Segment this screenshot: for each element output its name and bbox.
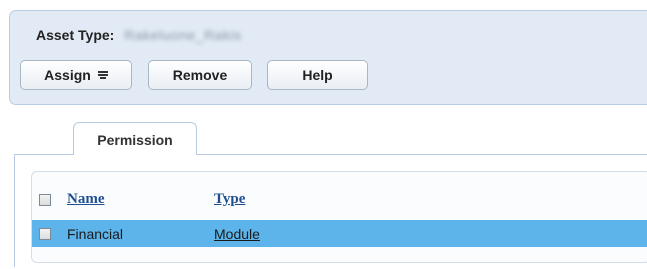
remove-button[interactable]: Remove — [148, 60, 252, 90]
asset-type-label: Asset Type: — [36, 27, 115, 43]
assign-button[interactable]: Assign — [20, 60, 132, 90]
asset-header-panel: Asset Type: Rakeluone_Rakis Assign Remov… — [9, 10, 647, 105]
row-checkbox[interactable] — [39, 227, 51, 240]
select-all-checkbox[interactable] — [39, 193, 51, 206]
tab-permission[interactable]: Permission — [73, 122, 197, 156]
table-header-row: Name Type — [32, 186, 647, 213]
asset-type-line: Asset Type: Rakeluone_Rakis — [36, 27, 241, 43]
menu-dropdown-icon — [97, 70, 108, 80]
assign-button-label: Assign — [44, 67, 91, 83]
table-row[interactable]: Financial Module — [32, 220, 647, 247]
tab-permission-label: Permission — [97, 131, 173, 148]
permission-panel: Name Type Financial Module — [14, 155, 647, 267]
permission-table: Name Type Financial Module — [31, 171, 647, 263]
asset-type-value: Rakeluone_Rakis — [124, 27, 242, 43]
type-column-header[interactable]: Type — [214, 191, 245, 208]
name-column-header[interactable]: Name — [67, 191, 105, 208]
remove-button-label: Remove — [172, 67, 228, 83]
row-name-cell: Financial — [67, 225, 124, 242]
help-button[interactable]: Help — [267, 60, 368, 90]
row-type-link[interactable]: Module — [214, 226, 260, 242]
help-button-label: Help — [302, 67, 333, 83]
